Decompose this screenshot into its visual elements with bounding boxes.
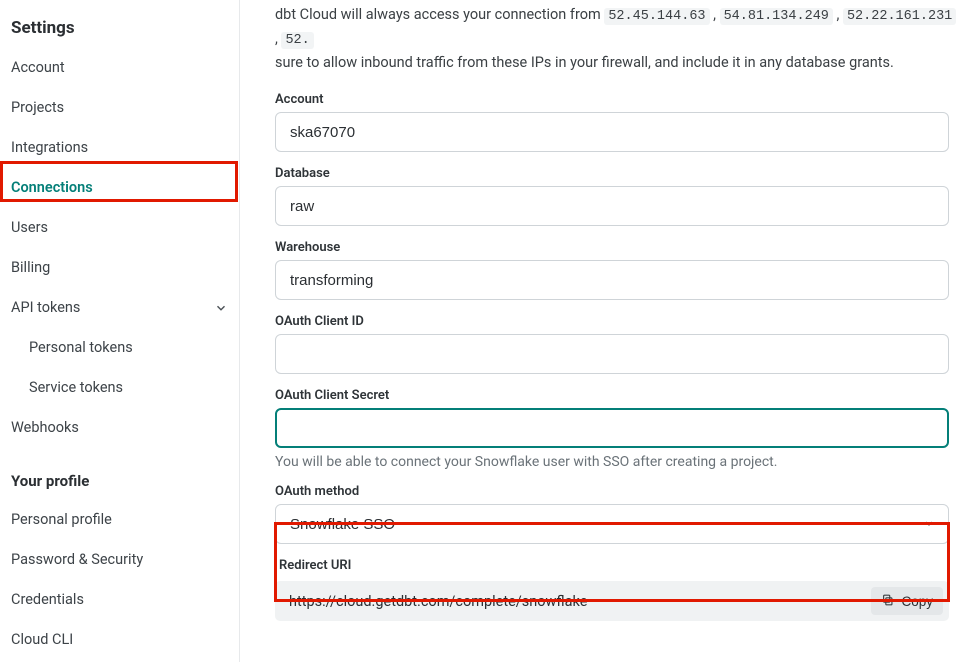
label-oauth-method: OAuth method <box>275 484 949 499</box>
sidebar-item-webhooks[interactable]: Webhooks <box>0 408 239 448</box>
field-database: Database <box>275 166 961 226</box>
field-oauth-client-id: OAuth Client ID <box>275 314 961 374</box>
sidebar-title: Settings <box>0 18 239 48</box>
field-account: Account <box>275 92 961 152</box>
label-database: Database <box>275 166 949 181</box>
label-oauth-client-secret: OAuth Client Secret <box>275 388 949 403</box>
profile-nav: Personal profile Password & Security Cre… <box>0 500 239 660</box>
profile-section-title: Your profile <box>0 448 239 500</box>
settings-nav: Account Projects Integrations Connection… <box>0 48 239 448</box>
label-warehouse: Warehouse <box>275 240 949 255</box>
sidebar-item-billing[interactable]: Billing <box>0 248 239 288</box>
input-warehouse[interactable] <box>275 260 949 300</box>
sidebar-item-personal-profile[interactable]: Personal profile <box>0 500 239 540</box>
copy-button-label: Copy <box>901 594 933 609</box>
field-oauth-method: OAuth method <box>275 484 961 544</box>
settings-sidebar: Settings Account Projects Integrations C… <box>0 0 240 662</box>
ip-code: 54.81.134.249 <box>720 8 833 25</box>
sidebar-item-users[interactable]: Users <box>0 208 239 248</box>
redirect-uri-row: https://cloud.getdbt.com/complete/snowfl… <box>275 581 949 621</box>
input-oauth-client-secret[interactable] <box>275 408 949 448</box>
helper-oauth-client-secret: You will be able to connect your Snowfla… <box>275 454 949 470</box>
label-redirect-uri: Redirect URI <box>275 558 949 573</box>
connection-ip-notice: dbt Cloud will always access your connec… <box>275 4 961 74</box>
sidebar-item-connections[interactable]: Connections <box>0 168 239 208</box>
label-account: Account <box>275 92 949 107</box>
input-account[interactable] <box>275 112 949 152</box>
chevron-down-icon <box>214 301 228 315</box>
ip-code: 52. <box>281 32 313 49</box>
field-redirect-uri: Redirect URI https://cloud.getdbt.com/co… <box>275 558 949 621</box>
field-oauth-client-secret: OAuth Client Secret You will be able to … <box>275 388 961 470</box>
copy-button[interactable]: Copy <box>871 587 943 615</box>
sidebar-item-projects[interactable]: Projects <box>0 88 239 128</box>
select-oauth-method[interactable] <box>275 504 949 544</box>
sidebar-item-account[interactable]: Account <box>0 48 239 88</box>
main-content: dbt Cloud will always access your connec… <box>240 0 961 662</box>
ip-code: 52.22.161.231 <box>843 8 956 25</box>
sidebar-item-api-tokens[interactable]: API tokens <box>0 288 239 328</box>
sidebar-item-cloud-cli[interactable]: Cloud CLI <box>0 620 239 660</box>
redirect-uri-value: https://cloud.getdbt.com/complete/snowfl… <box>289 593 871 610</box>
sidebar-item-personal-tokens[interactable]: Personal tokens <box>18 328 239 368</box>
sidebar-item-service-tokens[interactable]: Service tokens <box>18 368 239 408</box>
input-oauth-client-id[interactable] <box>275 334 949 374</box>
copy-icon <box>881 593 895 610</box>
sidebar-item-integrations[interactable]: Integrations <box>0 128 239 168</box>
label-oauth-client-id: OAuth Client ID <box>275 314 949 329</box>
field-warehouse: Warehouse <box>275 240 961 300</box>
sidebar-item-credentials[interactable]: Credentials <box>0 580 239 620</box>
sidebar-item-password-security[interactable]: Password & Security <box>0 540 239 580</box>
input-database[interactable] <box>275 186 949 226</box>
sidebar-item-label: API tokens <box>11 298 80 318</box>
ip-code: 52.45.144.63 <box>604 8 709 25</box>
